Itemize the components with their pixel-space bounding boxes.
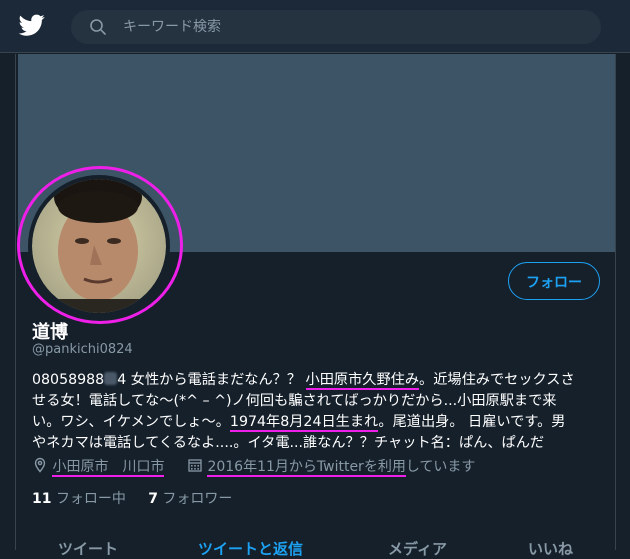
- bio-text: やネカマは電話してくるなよ....。イタ電...誰なん？？チャット名：ぱん、ぱん…: [32, 435, 545, 451]
- bio-highlight-birthdate: 1974年8月24日生まれ: [229, 414, 379, 432]
- profile-handle: @pankichi0824: [32, 342, 133, 357]
- join-date-text: 2016年11月からTwitterを利用: [207, 459, 406, 477]
- profile-tabs: ツイート ツイートと返信 メディア いいね: [18, 530, 615, 558]
- tab-tweets-and-replies[interactable]: ツイートと返信: [198, 538, 303, 559]
- bio-text: い。ワシ、イケメンでしょ〜。: [32, 414, 230, 430]
- followers-link[interactable]: 7 フォロワー: [148, 491, 232, 507]
- following-link[interactable]: 11 フォロー中: [32, 491, 126, 507]
- follow-stats: 11 フォロー中 7 フォロワー: [32, 488, 232, 508]
- twitter-bird-icon[interactable]: [18, 12, 46, 38]
- calendar-icon: [188, 459, 202, 472]
- bio-text: 。近場住みでセックスさ: [419, 372, 575, 388]
- search-input[interactable]: キーワード検索: [123, 18, 221, 36]
- top-navigation-bar: キーワード検索: [0, 0, 630, 53]
- following-count: 11: [32, 491, 52, 507]
- bio-text: 08058988: [32, 372, 105, 388]
- tab-media[interactable]: メディア: [388, 538, 447, 559]
- redaction-blur: [104, 372, 118, 385]
- follow-button[interactable]: フォロー: [508, 262, 600, 300]
- location-pin-icon: [34, 457, 46, 473]
- profile-name: 道博: [32, 322, 68, 343]
- following-label: フォロー中: [55, 491, 126, 507]
- tab-tweets[interactable]: ツイート: [58, 538, 118, 559]
- tab-likes[interactable]: いいね: [528, 538, 573, 559]
- bio-text: 4 女性から電話まだなん？？: [117, 372, 306, 388]
- profile-join-date: 2016年11月からTwitterを利用しています: [187, 456, 476, 477]
- bio-text: せる女！電話してな〜(*^ – ^)ノ何回も騙されてばっかりだから...小田原駅…: [32, 393, 557, 409]
- followers-label: フォロワー: [162, 491, 233, 507]
- profile-bio: 08058988 4 女性から電話まだなん？？ 小田原市久野住み。近場住みでセック…: [32, 370, 602, 454]
- search-box[interactable]: キーワード検索: [71, 10, 601, 44]
- join-date-suffix: しています: [405, 459, 476, 475]
- bio-highlight-residence: 小田原市久野住み: [305, 372, 420, 390]
- search-icon: [90, 19, 106, 35]
- profile-location: 小田原市 川口市: [32, 456, 165, 477]
- bio-text: 。尾道出身。 日雇いです。男: [378, 414, 566, 430]
- avatar-highlight-circle: [17, 166, 183, 324]
- followers-count: 7: [148, 491, 158, 507]
- location-text: 小田原市 川口市: [52, 459, 165, 477]
